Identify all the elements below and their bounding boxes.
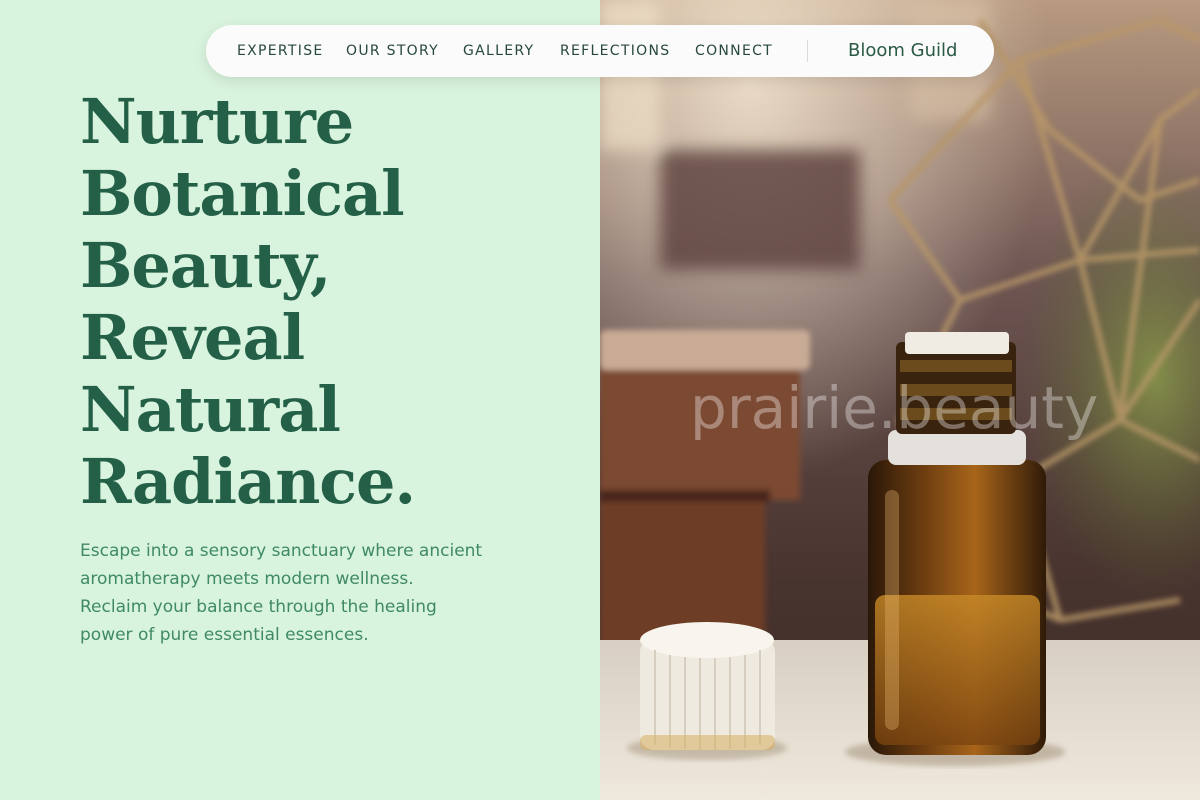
subtext-line: Escape into a sensory sanctuary where an… (80, 541, 483, 561)
nav-link-connect[interactable]: CONNECT (695, 25, 773, 77)
headline-line: Nurture (80, 85, 354, 158)
subtext-line: aromatherapy meets modern wellness. (80, 569, 414, 589)
photo-watermark: prairie.beauty (690, 374, 1099, 442)
top-nav: EXPERTISE OUR STORY GALLERY REFLECTIONS … (206, 25, 994, 77)
hero-headline: Nurture Botanical Beauty, Reveal Natural… (80, 85, 416, 518)
nav-link-expertise[interactable]: EXPERTISE (237, 25, 324, 77)
headline-line: Beauty, (80, 229, 331, 302)
hero-left-panel: Nurture Botanical Beauty, Reveal Natural… (0, 0, 600, 800)
brand-logo[interactable]: Bloom Guild (848, 25, 957, 77)
hero-subtext: Escape into a sensory sanctuary where an… (80, 537, 530, 649)
nav-link-our-story[interactable]: OUR STORY (346, 25, 439, 77)
headline-line: Botanical (80, 157, 405, 230)
subtext-line: power of pure essential essences. (80, 625, 369, 645)
nav-link-gallery[interactable]: GALLERY (463, 25, 534, 77)
subtext-line: Reclaim your balance through the healing (80, 597, 437, 617)
nav-divider (807, 40, 808, 62)
headline-line: Natural (80, 373, 341, 446)
headline-line: Reveal (80, 301, 305, 374)
white-bottle-cap (640, 622, 775, 750)
headline-line: Radiance. (80, 445, 416, 518)
nav-link-reflections[interactable]: REFLECTIONS (560, 25, 670, 77)
